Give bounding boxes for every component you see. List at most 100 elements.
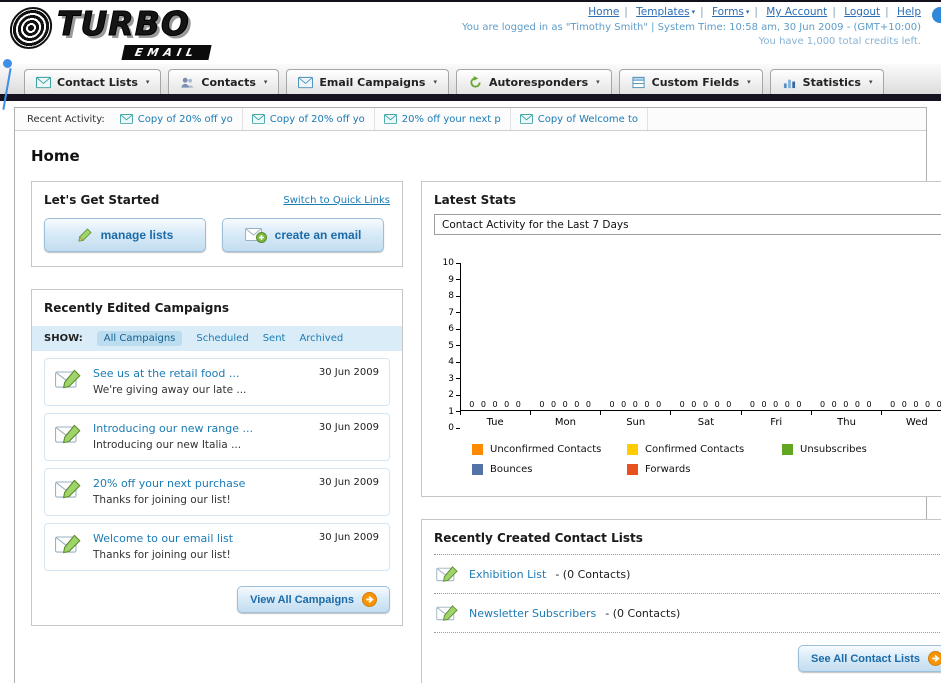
envelope-icon	[120, 114, 133, 124]
tab-custom-fields[interactable]: Custom Fields ▾	[618, 69, 763, 94]
legend-item: Bounces	[472, 464, 627, 475]
header: TURBO EMAIL Home Templates▾ Forms▾ My Ac…	[0, 2, 941, 110]
show-label: SHOW:	[44, 333, 83, 344]
legend-item: Forwards	[627, 464, 782, 475]
left-column: Let's Get Started Switch to Quick Links …	[31, 181, 403, 626]
envelope-pencil-icon	[55, 423, 83, 445]
manage-lists-label: manage lists	[100, 228, 174, 242]
campaign-date: 30 Jun 2009	[318, 367, 379, 378]
logo-text: TURBO EMAIL	[56, 4, 212, 60]
chevron-down-icon: ▾	[691, 8, 696, 16]
campaign-row: 20% off your next purchase Thanks for jo…	[44, 468, 390, 516]
create-email-label: create an email	[274, 228, 362, 242]
contacts-icon	[180, 76, 195, 89]
link-help[interactable]: Help	[897, 6, 921, 18]
recent-activity-item[interactable]: Copy of 20% off yo	[243, 108, 375, 130]
content-frame: Recent Activity: Copy of 20% off yo Copy…	[14, 107, 941, 683]
legend-item: Unsubscribes	[782, 444, 937, 455]
app-window: TURBO EMAIL Home Templates▾ Forms▾ My Ac…	[0, 0, 941, 683]
chart-legend: Unconfirmed Contacts Confirmed Contacts Un…	[472, 444, 941, 484]
main-content: Home Let's Get Started Switch to Quick L…	[15, 131, 941, 683]
see-all-contact-lists-button[interactable]: See All Contact Lists	[797, 645, 941, 672]
tab-label: Statistics	[802, 75, 861, 89]
autoresponders-icon	[468, 76, 483, 89]
latest-stats-panel: Latest Stats Contact Activity for the La…	[421, 181, 941, 497]
link-my-account[interactable]: My Account	[766, 6, 827, 18]
link-forms[interactable]: Forms	[712, 6, 744, 18]
filter-all-campaigns[interactable]: All Campaigns	[96, 331, 183, 346]
logo-swirl-icon	[7, 7, 55, 49]
contact-list-row: Exhibition List - (0 Contacts)	[434, 555, 941, 594]
campaign-date: 30 Jun 2009	[318, 477, 379, 488]
login-info: You are logged in as "Timothy Smith" | S…	[461, 22, 921, 33]
chart-y-axis: 10 9 8 7 6 5 4 3 2 1 0	[436, 258, 460, 433]
link-logout[interactable]: Logout	[844, 6, 880, 18]
campaign-date: 30 Jun 2009	[318, 422, 379, 433]
legend-item: Unconfirmed Contacts	[472, 444, 627, 455]
chevron-down-icon: ▾	[745, 8, 750, 16]
campaign-subtitle: Introducing our new Italia ...	[93, 439, 242, 451]
tab-label: Contacts	[201, 75, 256, 89]
filter-sent[interactable]: Sent	[263, 333, 286, 344]
recent-activity-item[interactable]: 20% off your next p	[375, 108, 511, 130]
recent-activity-item[interactable]: Copy of 20% off yo	[111, 108, 243, 130]
tab-label: Email Campaigns	[319, 75, 426, 89]
get-started-title: Let's Get Started	[44, 193, 160, 207]
chevron-down-icon: ▾	[747, 78, 751, 86]
filter-archived[interactable]: Archived	[299, 333, 343, 344]
envelope-pencil-icon	[436, 565, 460, 583]
manage-lists-button[interactable]: manage lists	[44, 218, 206, 252]
tab-contacts[interactable]: Contacts ▾	[168, 69, 280, 94]
campaign-title-link[interactable]: Welcome to our email list	[93, 532, 297, 545]
activity-item-label: Copy of Welcome to	[537, 113, 639, 125]
tab-statistics[interactable]: Statistics ▾	[769, 69, 885, 94]
campaign-title-link[interactable]: Introducing our new range ...	[93, 422, 297, 435]
header-links: Home Templates▾ Forms▾ My Account Logout…	[462, 6, 921, 18]
logo-word-turbo: TURBO	[56, 4, 190, 43]
tab-contact-lists[interactable]: Contact Lists ▾	[24, 69, 162, 94]
envelope-pencil-icon	[55, 368, 83, 390]
tab-label: Contact Lists	[57, 75, 138, 89]
envelope-icon	[520, 114, 533, 124]
campaign-filters: SHOW: All Campaigns Scheduled Sent Archi…	[32, 326, 402, 351]
logo-word-email: EMAIL	[121, 45, 212, 60]
get-started-panel: Let's Get Started Switch to Quick Links …	[31, 181, 403, 267]
tab-email-campaigns[interactable]: Email Campaigns ▾	[286, 69, 449, 94]
activity-item-label: 20% off your next p	[401, 113, 501, 125]
contact-list-link[interactable]: Newsletter Subscribers	[469, 607, 596, 620]
recent-contact-lists-panel: Recently Created Contact Lists Exhibitio…	[421, 519, 941, 683]
chevron-down-icon: ▾	[145, 78, 150, 86]
stats-period-select[interactable]: Contact Activity for the Last 7 Days ▼	[434, 214, 941, 235]
recent-activity-bar: Recent Activity: Copy of 20% off yo Copy…	[15, 108, 926, 131]
view-all-campaigns-button[interactable]: View All Campaigns	[237, 586, 390, 613]
chart-values-row: 0 0 0 0 00 0 0 0 00 0 0 0 00 0 0 0 00 0 …	[469, 400, 941, 409]
recent-activity-label: Recent Activity:	[27, 113, 105, 125]
contact-list-count: - (0 Contacts)	[555, 567, 631, 581]
contact-activity-chart: 10 9 8 7 6 5 4 3 2 1 0 0 0 0 0 00 0 0 0 00 0 0 0 0…	[436, 258, 941, 484]
header-right: Home Templates▾ Forms▾ My Account Logout…	[462, 6, 921, 47]
chart-plot-area: 0 0 0 0 00 0 0 0 00 0 0 0 00 0 0 0 00 0 …	[460, 263, 941, 411]
notification-bubble	[932, 7, 941, 23]
filter-scheduled[interactable]: Scheduled	[196, 333, 248, 344]
main-navigation: Contact Lists ▾ Contacts ▾ Email Campaig…	[0, 64, 941, 94]
envelope-icon	[384, 114, 397, 124]
stats-period-value: Contact Activity for the Last 7 Days	[442, 218, 629, 231]
campaign-title-link[interactable]: See us at the retail food ...	[93, 367, 297, 380]
logo-antenna-dot	[3, 59, 12, 68]
link-templates[interactable]: Templates	[636, 6, 689, 18]
campaign-row: Introducing our new range ... Introducin…	[44, 413, 390, 461]
link-home[interactable]: Home	[588, 6, 619, 18]
see-all-contact-lists-label: See All Contact Lists	[810, 652, 920, 665]
recent-activity-item[interactable]: Copy of Welcome to	[511, 108, 649, 130]
switch-quick-links-link[interactable]: Switch to Quick Links	[283, 195, 390, 206]
create-email-button[interactable]: create an email	[222, 218, 384, 252]
chevron-down-icon: ▾	[596, 78, 600, 86]
tab-autoresponders[interactable]: Autoresponders ▾	[455, 69, 612, 94]
chevron-down-icon: ▾	[868, 78, 873, 86]
campaign-title-link[interactable]: 20% off your next purchase	[93, 477, 297, 490]
contact-list-row: Newsletter Subscribers - (0 Contacts)	[434, 594, 941, 633]
contact-list-link[interactable]: Exhibition List	[469, 568, 546, 581]
recent-contact-lists-title: Recently Created Contact Lists	[434, 531, 643, 545]
right-column: Latest Stats Contact Activity for the La…	[421, 181, 941, 683]
nav-divider-bar	[0, 94, 941, 101]
